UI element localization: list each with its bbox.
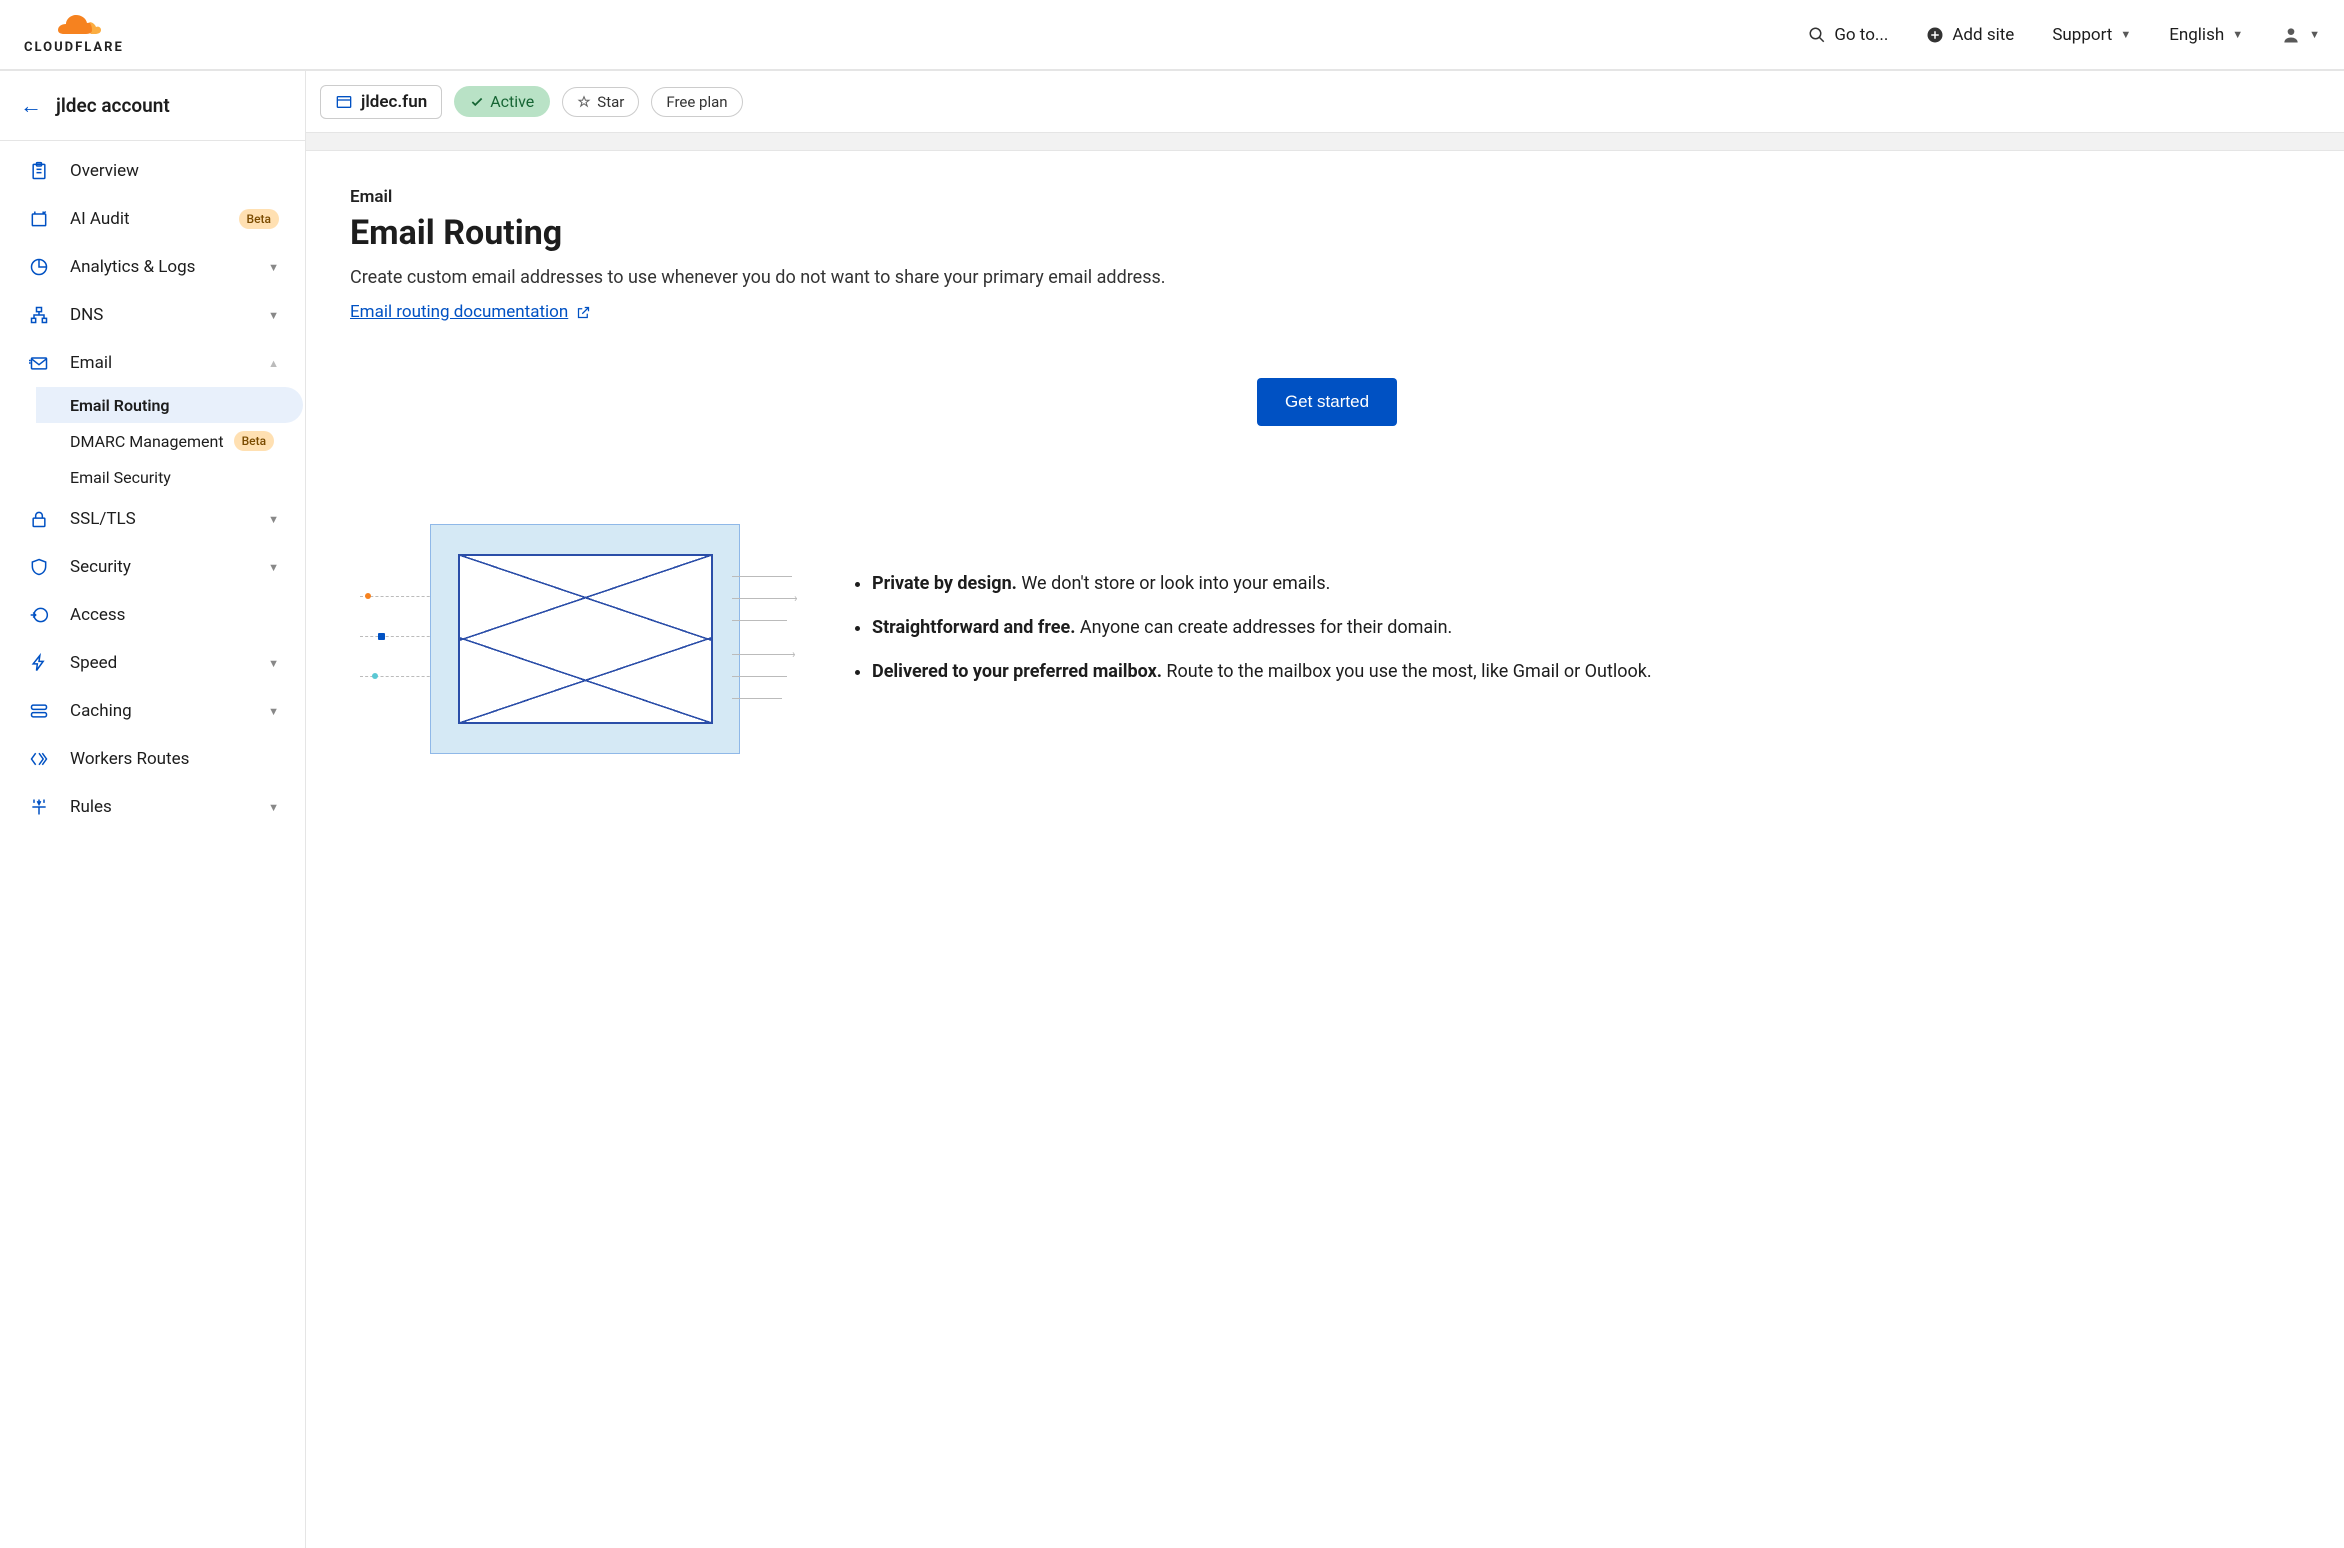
analytics-icon: [29, 257, 49, 277]
email-illustration: › ›: [360, 516, 800, 756]
cloudflare-logo[interactable]: CLOUDFLARE: [24, 14, 124, 55]
sidebar-item-dmarc[interactable]: DMARC Management Beta: [0, 423, 305, 459]
support-dropdown[interactable]: Support ▼: [2052, 25, 2131, 45]
clipboard-icon: [29, 161, 49, 181]
star-button[interactable]: Star: [562, 87, 639, 117]
feature-item: Straightforward and free. Anyone can cre…: [872, 614, 1652, 642]
get-started-button[interactable]: Get started: [1257, 378, 1397, 426]
status-pill: Active: [454, 86, 550, 117]
section-eyebrow: Email: [350, 187, 2304, 207]
sidebar-item-ai-audit[interactable]: AI Audit Beta: [0, 195, 305, 243]
rules-icon: [29, 797, 49, 817]
feature-item: Delivered to your preferred mailbox. Rou…: [872, 658, 1652, 686]
add-site-button[interactable]: Add site: [1926, 25, 2014, 45]
sidebar-item-overview[interactable]: Overview: [0, 147, 305, 195]
chevron-down-icon: ▼: [268, 561, 279, 574]
sidebar-item-email-routing[interactable]: Email Routing: [36, 387, 303, 423]
sidebar-item-ssl[interactable]: SSL/TLS ▼: [0, 495, 305, 543]
cloud-icon: [42, 14, 106, 38]
zone-bar: jldec.fun Active Star Free plan: [306, 71, 2344, 133]
documentation-link[interactable]: Email routing documentation: [350, 302, 591, 322]
sidebar-item-analytics[interactable]: Analytics & Logs ▼: [0, 243, 305, 291]
bolt-icon: [29, 653, 49, 673]
chevron-down-icon: ▼: [2120, 28, 2131, 41]
caching-icon: [29, 701, 49, 721]
sidebar-item-workers[interactable]: Workers Routes: [0, 735, 305, 783]
sidebar-item-email-security[interactable]: Email Security: [0, 459, 305, 495]
grey-band: [306, 133, 2344, 151]
goto-search[interactable]: Go to...: [1808, 25, 1888, 45]
logo-text: CLOUDFLARE: [24, 40, 124, 55]
access-icon: [28, 605, 50, 625]
beta-badge: Beta: [239, 209, 279, 229]
chevron-down-icon: ▼: [268, 705, 279, 718]
chevron-down-icon: ▼: [2232, 28, 2243, 41]
feature-list: Private by design. We don't store or loo…: [850, 570, 1652, 702]
sidebar-item-rules[interactable]: Rules ▼: [0, 783, 305, 831]
workers-icon: [29, 749, 49, 769]
sidebar-item-caching[interactable]: Caching ▼: [0, 687, 305, 735]
sidebar-item-email[interactable]: Email ▲: [0, 339, 305, 387]
feature-item: Private by design. We don't store or loo…: [872, 570, 1652, 598]
ai-audit-icon: [29, 209, 49, 229]
zone-selector[interactable]: jldec.fun: [320, 85, 442, 119]
page-title: Email Routing: [350, 213, 2304, 253]
dns-icon: [29, 305, 49, 325]
plan-badge[interactable]: Free plan: [651, 87, 742, 117]
plus-circle-icon: [1926, 26, 1944, 44]
chevron-down-icon: ▼: [268, 309, 279, 322]
sidebar-item-access[interactable]: Access: [0, 591, 305, 639]
page-description: Create custom email addresses to use whe…: [350, 267, 2304, 288]
star-icon: [577, 95, 591, 109]
sidebar-item-dns[interactable]: DNS ▼: [0, 291, 305, 339]
user-menu[interactable]: ▼: [2281, 25, 2320, 45]
shield-icon: [29, 557, 49, 577]
person-icon: [2281, 25, 2301, 45]
email-icon: [28, 353, 50, 373]
sidebar-item-speed[interactable]: Speed ▼: [0, 639, 305, 687]
check-icon: [470, 95, 484, 109]
sidebar-item-security[interactable]: Security ▼: [0, 543, 305, 591]
language-dropdown[interactable]: English ▼: [2169, 25, 2243, 45]
sidebar: Overview AI Audit Beta Analytics & Logs …: [0, 141, 306, 1548]
account-name: jldec account: [56, 94, 170, 117]
website-icon: [335, 94, 353, 110]
arrow-left-icon[interactable]: ←: [20, 93, 42, 119]
chevron-up-icon: ▲: [268, 357, 279, 370]
chevron-down-icon: ▼: [268, 801, 279, 814]
external-link-icon: [576, 305, 591, 320]
chevron-down-icon: ▼: [268, 657, 279, 670]
chevron-down-icon: ▼: [2309, 28, 2320, 41]
search-icon: [1808, 26, 1826, 44]
account-breadcrumb[interactable]: ← jldec account: [0, 71, 306, 141]
beta-badge: Beta: [234, 431, 274, 451]
lock-icon: [29, 509, 49, 529]
chevron-down-icon: ▼: [268, 513, 279, 526]
chevron-down-icon: ▼: [268, 261, 279, 274]
